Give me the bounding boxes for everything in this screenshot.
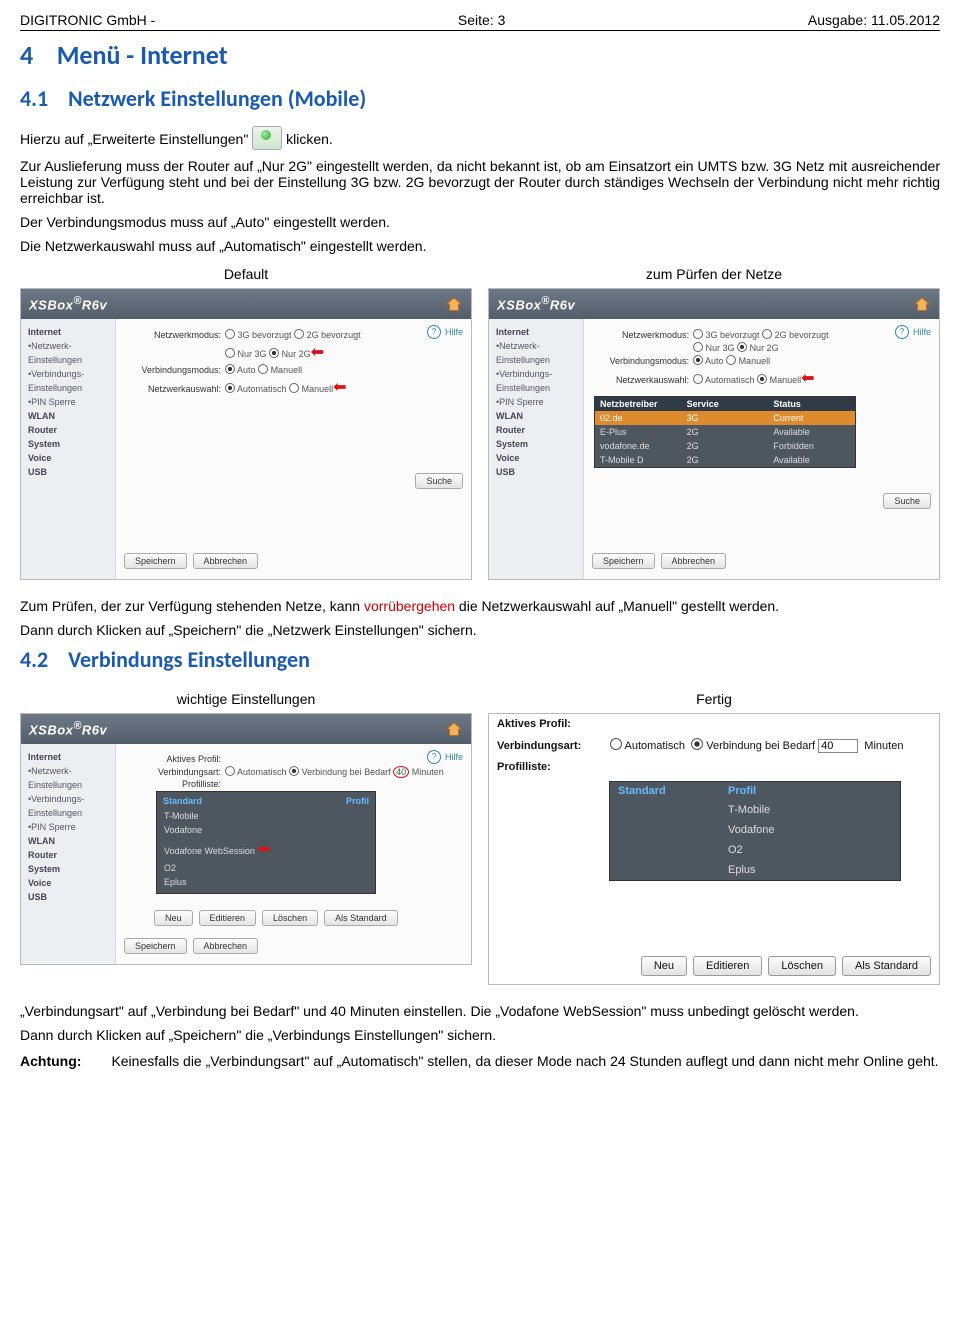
home-icon (445, 721, 463, 737)
paragraph: Dann durch Klicken auf „Speichern" die „… (20, 622, 940, 638)
label: Aktives Profil: (497, 718, 607, 730)
table-row[interactable]: E-Plus2GAvailable (595, 425, 855, 439)
warning-text: Keinesfalls die „Verbindungsart" auf „Au… (111, 1053, 940, 1069)
paragraph: „Verbindungsart" auf „Verbindung bei Bed… (20, 1003, 940, 1019)
caption-left: Default (20, 266, 472, 282)
help-link[interactable]: ?Hilfe (427, 325, 463, 339)
screenshot-row-1: Default XSBox®R6v Internet •Netzwerk-Ein… (20, 262, 940, 580)
header-right: Ausgabe: 11.05.2012 (808, 12, 940, 28)
list-item[interactable]: Vodafone WebSession ⬅ (161, 837, 371, 861)
edit-button[interactable]: Editieren (693, 956, 762, 976)
brand-logo: XSBox®R6v (29, 720, 107, 737)
caption-right: Fertig (488, 691, 940, 707)
subsection-number: 4.1 (20, 85, 48, 112)
paragraph: Die Netzwerkauswahl muss auf „Automatisc… (20, 238, 940, 254)
subsection-title: Netzwerk Einstellungen (Mobile) (68, 85, 366, 112)
list-item[interactable]: Eplus (610, 860, 900, 880)
brand-logo: XSBox®R6v (29, 295, 107, 312)
screenshot-netcheck: XSBox®R6v Internet •Netzwerk-Einstellung… (488, 288, 940, 580)
profile-list: StandardProfil T-Mobile Vodafone Vodafon… (156, 791, 376, 894)
save-button[interactable]: Speichern (124, 553, 187, 569)
cancel-button[interactable]: Abbrechen (193, 553, 259, 569)
label: Verbindungsart: (497, 740, 607, 752)
form-area: ?Hilfe Netzwerkmodus: 3G bevorzugt 2G be… (116, 319, 471, 579)
list-item[interactable]: T-Mobile (610, 800, 900, 820)
paragraph: Dann durch Klicken auf „Speichern" die „… (20, 1027, 940, 1043)
section-number: 4 (20, 39, 33, 71)
radio[interactable] (610, 738, 622, 750)
subsection-heading: 4.1 Netzwerk Einstellungen (Mobile) (20, 85, 940, 112)
arrow-icon: ⬅ (311, 344, 324, 361)
paragraph: Der Verbindungsmodus muss auf „Auto" ein… (20, 214, 940, 230)
default-button[interactable]: Als Standard (324, 910, 398, 926)
form-area: ?Hilfe Aktives Profil: Verbindungsart: A… (116, 744, 471, 964)
paragraph: Hierzu auf „Erweiterte Einstellungen" kl… (20, 126, 940, 150)
default-button[interactable]: Als Standard (842, 956, 931, 976)
warning-block: Achtung: Keinesfalls die „Verbindungsart… (20, 1053, 940, 1069)
delete-button[interactable]: Löschen (262, 910, 318, 926)
section-title: Menü - Internet (57, 39, 228, 71)
list-item[interactable]: Eplus (161, 875, 371, 889)
delete-button[interactable]: Löschen (768, 956, 836, 976)
search-button[interactable]: Suche (415, 473, 463, 489)
brand-logo: XSBox®R6v (497, 295, 575, 312)
label: Profilliste: (497, 761, 607, 773)
list-item[interactable]: O2 (610, 840, 900, 860)
save-button[interactable]: Speichern (124, 938, 187, 954)
header-left: DIGITRONIC GmbH - (20, 12, 155, 28)
form-area: ?Hilfe Netzwerkmodus: 3G bevorzugt 2G be… (584, 319, 939, 579)
caption-left: wichtige Einstellungen (20, 691, 472, 707)
screenshot-row-2: wichtige Einstellungen XSBox®R6v Interne… (20, 687, 940, 985)
sidebar: Internet •Netzwerk-Einstellungen •Verbin… (489, 319, 584, 579)
radio[interactable] (691, 738, 703, 750)
screenshot-done: Aktives Profil: Verbindungsart: Automati… (488, 713, 940, 985)
screenshot-conn-settings: XSBox®R6v Internet •Netzwerk-Einstellung… (20, 713, 472, 965)
arrow-icon: ⬅ (257, 841, 270, 858)
list-item[interactable]: T-Mobile (161, 809, 371, 823)
home-icon (913, 296, 931, 312)
arrow-icon: ⬅ (801, 370, 814, 387)
subsection-number: 4.2 (20, 646, 48, 673)
help-icon: ? (427, 750, 441, 764)
text-highlight: vorrübergehen (364, 598, 455, 614)
table-row[interactable]: T-Mobile D2GAvailable (595, 453, 855, 467)
subsection-title: Verbindungs Einstellungen (68, 646, 310, 673)
highlight-circle: 40 (393, 766, 409, 778)
paragraph: Zur Auslieferung muss der Router auf „Nu… (20, 158, 940, 206)
table-row[interactable]: 02.de3GCurrent (595, 411, 855, 425)
list-item[interactable]: Vodafone (161, 823, 371, 837)
help-icon: ? (427, 325, 441, 339)
header-center: Seite: 3 (458, 12, 505, 28)
sidebar: Internet •Netzwerk-Einstellungen •Verbin… (21, 319, 116, 579)
advanced-settings-icon (252, 126, 282, 150)
minutes-input[interactable] (818, 739, 858, 753)
list-item[interactable]: O2 (161, 861, 371, 875)
page-header: DIGITRONIC GmbH - Seite: 3 Ausgabe: 11.0… (20, 12, 940, 31)
home-icon (445, 296, 463, 312)
profile-list: StandardProfil T-Mobile Vodafone O2 Eplu… (609, 781, 901, 881)
sidebar: Internet •Netzwerk-Einstellungen •Verbin… (21, 744, 116, 964)
new-button[interactable]: Neu (154, 910, 193, 926)
subsection-heading: 4.2 Verbindungs Einstellungen (20, 646, 940, 673)
caption-right: zum Pürfen der Netze (488, 266, 940, 282)
screenshot-default: XSBox®R6v Internet •Netzwerk-Einstellung… (20, 288, 472, 580)
text: klicken. (286, 131, 333, 147)
network-table: NetzbetreiberServiceStatus 02.de3GCurren… (594, 396, 856, 468)
list-item[interactable]: Vodafone (610, 820, 900, 840)
new-button[interactable]: Neu (641, 956, 687, 976)
paragraph: Zum Prüfen, der zur Verfügung stehenden … (20, 598, 940, 614)
help-link[interactable]: ?Hilfe (427, 750, 463, 764)
arrow-icon: ⬅ (333, 379, 346, 396)
help-icon: ? (895, 325, 909, 339)
cancel-button[interactable]: Abbrechen (661, 553, 727, 569)
search-button[interactable]: Suche (883, 493, 931, 509)
cancel-button[interactable]: Abbrechen (193, 938, 259, 954)
table-row[interactable]: vodafone.de2GForbidden (595, 439, 855, 453)
text: Hierzu auf „Erweiterte Einstellungen" (20, 131, 248, 147)
help-link[interactable]: ?Hilfe (895, 325, 931, 339)
warning-label: Achtung: (20, 1053, 81, 1069)
edit-button[interactable]: Editieren (199, 910, 257, 926)
save-button[interactable]: Speichern (592, 553, 655, 569)
section-heading: 4 Menü - Internet (20, 39, 940, 71)
